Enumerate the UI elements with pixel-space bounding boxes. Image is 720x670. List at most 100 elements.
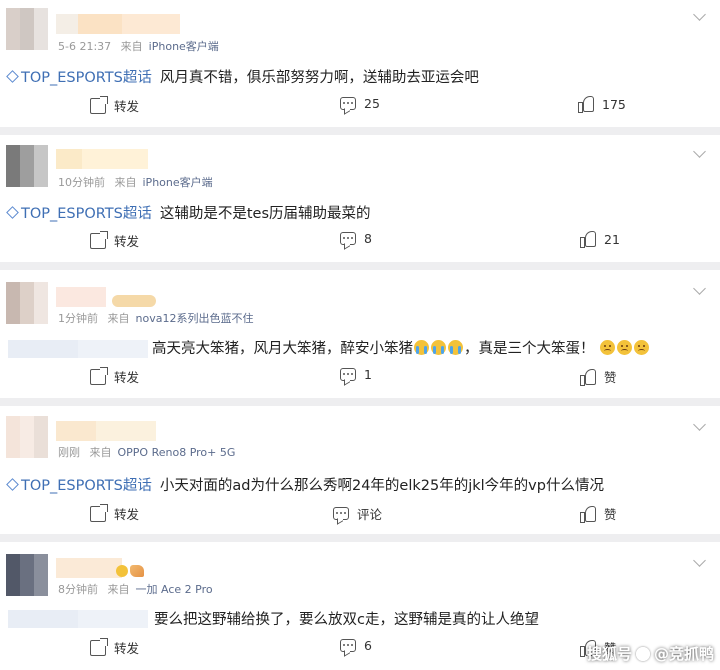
chevron-down-icon[interactable]	[693, 554, 706, 567]
topic-link[interactable]: TOP_ESPORTS超话	[6, 70, 152, 86]
redacted-text	[8, 340, 148, 358]
like-count: 21	[604, 231, 620, 247]
comment-icon	[333, 507, 349, 520]
post-time: 刚刚	[58, 446, 80, 459]
chevron-down-icon[interactable]	[693, 145, 706, 158]
post-meta: 刚刚 来自 OPPO Reno8 Pro+ 5G	[58, 444, 241, 460]
username-blurred[interactable]	[56, 14, 180, 34]
topic-label: TOP_ESPORTS超话	[21, 70, 152, 86]
share-label: 转发	[114, 641, 140, 656]
post-device[interactable]: nova12系列出色蓝不住	[136, 312, 254, 325]
post-source-label: 来自	[120, 40, 143, 53]
post-device[interactable]: iPhone客户端	[143, 176, 213, 189]
post-body: TOP_ESPORTS超话 这辅助是不是tes历届辅助最菜的	[6, 202, 371, 223]
like-button[interactable]: 175	[578, 96, 626, 113]
post-source-label: 来自	[107, 312, 130, 325]
post-text: 这辅助是不是tes历届辅助最菜的	[159, 206, 371, 222]
post-time: 5-6 21:37	[58, 40, 112, 53]
comment-button[interactable]: 评论	[333, 504, 382, 523]
share-icon	[90, 366, 108, 385]
post-body: 要么把这野辅给换了，要么放双c走，这野辅是真的让人绝望	[154, 608, 539, 629]
share-icon	[90, 503, 108, 522]
post-actions: 转发 25 175	[0, 95, 720, 118]
topic-link[interactable]: TOP_ESPORTS超话	[6, 206, 152, 222]
post-source-label: 来自	[89, 446, 112, 459]
post-card: 刚刚 来自 OPPO Reno8 Pro+ 5G TOP_ESPORTS超话 小天对…	[0, 406, 720, 534]
chevron-down-icon[interactable]	[693, 8, 706, 21]
watermark-account: @竞抓鸭	[653, 645, 714, 663]
diamond-icon	[6, 206, 19, 219]
share-button[interactable]: 转发	[90, 366, 139, 386]
post-source-label: 来自	[107, 583, 130, 596]
share-label: 转发	[114, 99, 140, 114]
avatar[interactable]	[6, 8, 48, 50]
post-device[interactable]: 一加 Ace 2 Pro	[136, 583, 213, 596]
post-device[interactable]: iPhone客户端	[149, 40, 219, 53]
post-card: 5-6 21:37 来自 iPhone客户端 TOP_ESPORTS超话 风月真不错…	[0, 0, 720, 127]
redacted-text	[8, 610, 148, 628]
sad-emoji-icon	[600, 340, 616, 355]
share-label: 转发	[114, 507, 140, 522]
post-time: 8分钟前	[58, 583, 98, 596]
topic-link[interactable]: TOP_ESPORTS超话	[6, 478, 152, 494]
username-blurred[interactable]	[56, 421, 156, 441]
like-count: 赞	[604, 370, 617, 385]
share-button[interactable]: 转发	[90, 95, 140, 115]
comment-button[interactable]: 1	[340, 367, 372, 382]
share-button[interactable]: 转发	[90, 637, 140, 657]
share-icon	[90, 637, 108, 656]
like-button[interactable]: 赞	[580, 367, 617, 386]
post-actions: 转发 1 赞	[0, 366, 720, 389]
post-meta: 5-6 21:37 来自 iPhone客户端	[58, 38, 225, 54]
diamond-icon	[6, 478, 19, 491]
avatar[interactable]	[6, 416, 48, 458]
post-meta: 10分钟前 来自 iPhone客户端	[58, 174, 219, 190]
chevron-down-icon[interactable]	[693, 282, 706, 295]
like-icon	[580, 231, 596, 248]
topic-label: TOP_ESPORTS超话	[21, 206, 152, 222]
user-badges	[112, 560, 144, 579]
sad-emoji-icon	[617, 340, 633, 355]
username-blurred[interactable]	[56, 287, 106, 307]
comment-count: 6	[364, 638, 372, 653]
post-device[interactable]: OPPO Reno8 Pro+ 5G	[118, 446, 236, 459]
comment-count: 评论	[357, 507, 383, 522]
comment-count: 1	[364, 367, 372, 382]
crying-emoji-icon	[448, 340, 463, 355]
comment-count: 25	[364, 96, 380, 111]
watermark-brand: 搜狐号	[586, 645, 632, 663]
avatar[interactable]	[6, 282, 48, 324]
post-card: 10分钟前 来自 iPhone客户端 TOP_ESPORTS超话 这辅助是不是tes…	[0, 135, 720, 262]
topic-label: TOP_ESPORTS超话	[21, 478, 152, 494]
comment-button[interactable]: 6	[340, 638, 372, 653]
post-card: 1分钟前 来自 nova12系列出色蓝不住 高天亮大笨猪，风月大笨猪，醉安小笨猪 ，…	[0, 270, 720, 398]
sad-emoji-icon	[634, 340, 650, 355]
like-icon	[580, 505, 596, 523]
post-text: 要么把这野辅给换了，要么放双c走，这野辅是真的让人绝望	[154, 612, 539, 628]
like-button[interactable]: 赞	[580, 504, 617, 523]
avatar[interactable]	[6, 554, 48, 596]
comment-feed: 5-6 21:37 来自 iPhone客户端 TOP_ESPORTS超话 风月真不错…	[0, 0, 720, 670]
post-source-label: 来自	[114, 176, 137, 189]
post-body: TOP_ESPORTS超话 风月真不错，俱乐部努努力啊，送辅助去亚运会吧	[6, 66, 479, 87]
post-text: 小天对面的ad为什么那么秀啊24年的elk25年的jkl今年的vp什么情况	[159, 478, 604, 494]
comment-icon	[340, 368, 356, 381]
like-button[interactable]: 21	[580, 231, 620, 248]
comment-icon	[340, 97, 356, 110]
username-blurred[interactable]	[56, 149, 148, 169]
chevron-down-icon[interactable]	[693, 418, 706, 431]
comment-icon	[340, 232, 356, 245]
comment-button[interactable]: 25	[340, 96, 380, 111]
comment-button[interactable]: 8	[340, 231, 372, 246]
post-text-continued: ，真是三个大笨蛋！	[464, 341, 595, 357]
badge-hand-icon	[130, 564, 144, 577]
like-count: 赞	[604, 507, 617, 522]
like-count: 175	[602, 96, 626, 112]
post-body: 高天亮大笨猪，风月大笨猪，醉安小笨猪 ，真是三个大笨蛋！	[152, 337, 650, 358]
crying-emoji-icon	[414, 340, 429, 355]
post-meta: 1分钟前 来自 nova12系列出色蓝不住	[58, 310, 259, 326]
avatar[interactable]	[6, 145, 48, 187]
share-button[interactable]: 转发	[90, 230, 139, 250]
share-button[interactable]: 转发	[90, 503, 140, 523]
badge-emoji-icon	[116, 564, 128, 577]
